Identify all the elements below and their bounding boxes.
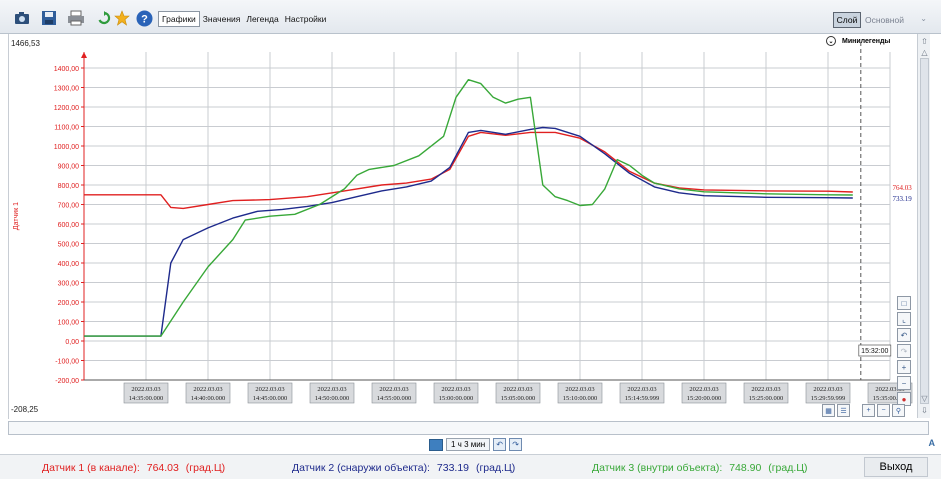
y-tick-label: 400,00 — [58, 261, 80, 268]
x-tick-label-time: 15:14:59.999 — [625, 395, 660, 402]
x-tick-label-date: 2022.03.03 — [813, 386, 842, 393]
scroll-down-icon[interactable]: ▽ — [919, 392, 930, 404]
line-chart: -200,00 -100,00 0,00 100,00 200,00 300,00 400,… — [13, 42, 913, 404]
y-axis-label: Датчик 1 — [13, 202, 20, 230]
series-1-end-label: 764.03 — [893, 184, 913, 192]
x-tick-label-time: 14:40:00.000 — [191, 395, 226, 402]
scrollbar-thumb[interactable] — [920, 58, 929, 404]
fit-icon[interactable]: ⌞ — [897, 312, 911, 326]
grid-view-icon[interactable]: ▦ — [822, 404, 835, 417]
chart-side-tools: □ ⌞ ↶ ↷ + − ● — [897, 296, 913, 406]
y-tick-label: 0,00 — [65, 339, 79, 346]
sensor-2-readout: Датчик 2 (снаружи объекта): 733.19 (град… — [292, 462, 519, 474]
undo-icon[interactable]: ↶ — [897, 328, 911, 342]
x-tick-label-time: 15:29:59.999 — [811, 395, 846, 402]
y-tick-label: -200,00 — [55, 378, 79, 385]
sensor-3-label: Датчик 3 (внутри объекта): — [592, 462, 723, 474]
x-tick-label-date: 2022.03.03 — [751, 386, 780, 393]
y-tick-label: 1100,00 — [54, 125, 79, 132]
status-bar: Датчик 1 (в канале): 764.03 (град.Ц) Дат… — [0, 454, 941, 479]
x-tick-label-time: 15:25:00.000 — [749, 395, 784, 402]
x-tick-label-date: 2022.03.03 — [193, 386, 222, 393]
redo-icon[interactable]: ↷ — [897, 344, 911, 358]
y-tick-label: 100,00 — [58, 320, 80, 327]
zoom-out-icon[interactable]: − — [897, 376, 911, 390]
x-tick-label-date: 2022.03.03 — [565, 386, 594, 393]
zoom-in-horizontal-icon[interactable]: + — [862, 404, 875, 417]
y-tick-label: 200,00 — [58, 300, 80, 307]
sensor-1-label: Датчик 1 (в канале): — [42, 462, 140, 474]
y-tick-label: -100,00 — [55, 359, 79, 366]
timespan-label[interactable]: 1 ч 3 мин — [446, 438, 491, 451]
sensor-2-label: Датчик 2 (снаружи объекта): — [292, 462, 430, 474]
x-tick-label-date: 2022.03.03 — [131, 386, 160, 393]
y-tick-label: 300,00 — [58, 281, 80, 288]
font-size-icon[interactable]: A — [929, 438, 936, 448]
timespan-forward-icon[interactable]: ↷ — [509, 438, 523, 451]
series-line-2 — [84, 126, 853, 337]
horizontal-scrollbar[interactable] — [8, 421, 929, 435]
magnifier-icon[interactable]: ⚲ — [892, 404, 905, 417]
x-tick-label-date: 2022.03.03 — [379, 386, 408, 393]
x-tick-label-time: 14:35:00.000 — [129, 395, 164, 402]
x-tick-label-date: 2022.03.03 — [441, 386, 470, 393]
scroll-up-icon[interactable]: △ — [919, 46, 930, 58]
sensor-3-value: 748.90 — [729, 462, 762, 474]
x-tick-label-time: 15:00:00.000 — [439, 395, 474, 402]
cursor-time-label: 15:32:00 — [861, 348, 888, 355]
sensor-1-unit: (град.Ц) — [185, 462, 226, 474]
x-tick-label-time: 14:45:00.000 — [253, 395, 288, 402]
timespan-back-icon[interactable]: ↶ — [493, 438, 507, 451]
y-tick-label: 600,00 — [58, 222, 80, 229]
sensor-2-value: 733.19 — [436, 462, 470, 474]
x-tick-label-date: 2022.03.03 — [627, 386, 656, 393]
x-tick-label-time: 15:10:00.000 — [563, 395, 598, 402]
x-tick-label-time: 14:55:00.000 — [377, 395, 412, 402]
y-axis-arrow-icon — [81, 52, 87, 58]
y-tick-label: 700,00 — [58, 203, 80, 210]
sensor-3-readout: Датчик 3 (внутри объекта): 748.90 (град.… — [592, 462, 812, 474]
y-tick-label: 500,00 — [58, 242, 80, 249]
x-tick-label-time: 14:50:00.000 — [315, 395, 350, 402]
x-tick-label-time: 15:20:00.000 — [687, 395, 722, 402]
zoom-out-horizontal-icon[interactable]: − — [877, 404, 890, 417]
x-tick-label-date: 2022.03.03 — [503, 386, 532, 393]
y-tick-label: 1200,00 — [54, 105, 79, 112]
y-tick-label: 1400,00 — [54, 66, 79, 73]
sensor-1-readout: Датчик 1 (в канале): 764.03 (град.Ц) — [42, 462, 229, 474]
timespan-controls: 1 ч 3 мин ↶ ↷ — [429, 438, 523, 451]
square-icon[interactable]: □ — [897, 296, 911, 310]
x-tick-label-date: 2022.03.03 — [317, 386, 346, 393]
sensor-2-unit: (град.Ц) — [475, 462, 516, 474]
scroll-bottom-icon[interactable]: ⇩ — [919, 404, 930, 416]
sensor-1-value: 764.03 — [146, 462, 179, 474]
timespan-bar: 1 ч 3 мин ↶ ↷ A — [0, 436, 941, 453]
exit-button[interactable]: Выход — [864, 457, 928, 477]
y-tick-label: 1300,00 — [54, 86, 79, 93]
series-line-3 — [84, 79, 853, 337]
x-tick-label-date: 2022.03.03 — [255, 386, 284, 393]
y-tick-label: 1000,00 — [54, 144, 79, 151]
zoom-in-icon[interactable]: + — [897, 360, 911, 374]
y-tick-label: 900,00 — [58, 164, 80, 171]
chart-bottom-tools: ▦ ☰ + − ⚲ — [822, 404, 905, 418]
vertical-scrollbar[interactable]: ⇧ △ ▽ ⇩ — [917, 34, 930, 418]
x-tick-label-date: 2022.03.03 — [689, 386, 718, 393]
x-tick-label-time: 15:05:00.000 — [501, 395, 536, 402]
timespan-icon[interactable] — [429, 438, 443, 451]
list-view-icon[interactable]: ☰ — [837, 404, 850, 417]
y-tick-label: 800,00 — [58, 183, 80, 190]
series-2-end-label: 733.19 — [893, 195, 913, 203]
sensor-3-unit: (град.Ц) — [768, 462, 808, 474]
